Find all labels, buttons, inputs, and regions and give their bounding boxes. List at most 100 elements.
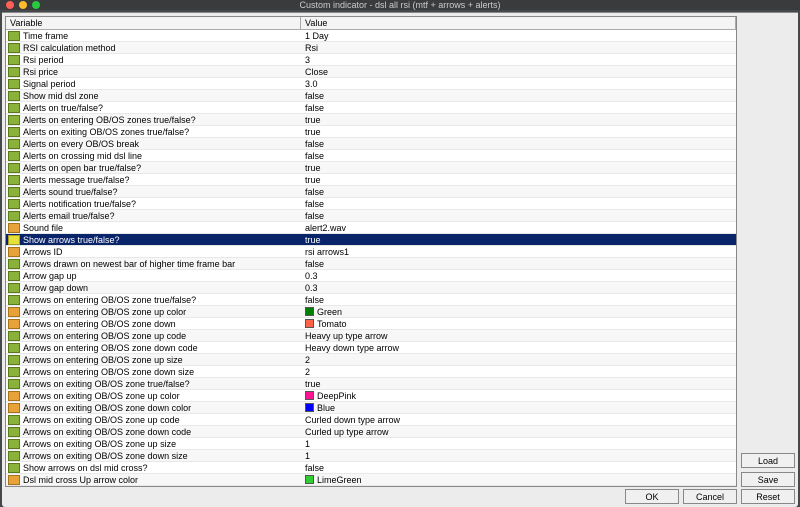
column-variable[interactable]: Variable <box>6 17 301 29</box>
table-row[interactable]: Arrows on exiting OB/OS zone up size1 <box>6 438 736 450</box>
table-row[interactable]: Arrows on entering OB/OS zone down codeH… <box>6 342 736 354</box>
param-value[interactable]: true <box>301 379 736 389</box>
param-value[interactable]: Rsi <box>301 43 736 53</box>
param-value-text: rsi arrows1 <box>305 247 349 257</box>
param-value[interactable]: rsi arrows1 <box>301 247 736 257</box>
param-value[interactable]: false <box>301 259 736 269</box>
param-value-text: 0.3 <box>305 283 318 293</box>
param-value[interactable]: 3.0 <box>301 79 736 89</box>
param-value[interactable]: false <box>301 91 736 101</box>
table-row[interactable]: Alerts sound true/false?false <box>6 186 736 198</box>
param-value[interactable]: true <box>301 115 736 125</box>
param-name: Show arrows on dsl mid cross? <box>22 463 301 473</box>
save-button[interactable]: Save <box>741 472 795 487</box>
table-row[interactable]: Arrows on exiting OB/OS zone down size1 <box>6 450 736 462</box>
table-row[interactable]: Arrows on exiting OB/OS zone down colorB… <box>6 402 736 414</box>
grid-body[interactable]: Time frame1 DayRSI calculation methodRsi… <box>6 30 736 486</box>
param-value[interactable]: false <box>301 463 736 473</box>
table-row[interactable]: Time frame1 Day <box>6 30 736 42</box>
table-row[interactable]: Arrows on entering OB/OS zone up colorGr… <box>6 306 736 318</box>
param-value[interactable]: Curled down type arrow <box>301 415 736 425</box>
table-row[interactable]: Show mid dsl zonefalse <box>6 90 736 102</box>
table-row[interactable]: Arrow gap up0.3 <box>6 270 736 282</box>
table-row[interactable]: Rsi period3 <box>6 54 736 66</box>
param-value[interactable]: true <box>301 175 736 185</box>
load-button[interactable]: Load <box>741 453 795 468</box>
param-value-text: false <box>305 463 324 473</box>
table-row[interactable]: Alerts on every OB/OS breakfalse <box>6 138 736 150</box>
table-row[interactable]: Alerts on true/false?false <box>6 102 736 114</box>
param-value[interactable]: LimeGreen <box>301 475 736 485</box>
table-row[interactable]: Arrows IDrsi arrows1 <box>6 246 736 258</box>
param-value[interactable]: Heavy up type arrow <box>301 331 736 341</box>
param-name: Alerts on true/false? <box>22 103 301 113</box>
minimize-icon[interactable] <box>19 1 27 9</box>
param-icon <box>8 43 20 53</box>
table-row[interactable]: Signal period3.0 <box>6 78 736 90</box>
table-row[interactable]: Sound filealert2.wav <box>6 222 736 234</box>
table-row[interactable]: Arrows on entering OB/OS zone up size2 <box>6 354 736 366</box>
param-value-text: false <box>305 259 324 269</box>
param-value[interactable]: 2 <box>301 367 736 377</box>
table-row[interactable]: Arrow gap down0.3 <box>6 282 736 294</box>
ok-button[interactable]: OK <box>625 489 679 504</box>
param-value[interactable]: 0.3 <box>301 271 736 281</box>
param-name: Arrows on exiting OB/OS zone up size <box>22 439 301 449</box>
param-value[interactable]: false <box>301 103 736 113</box>
param-value[interactable]: Close <box>301 67 736 77</box>
param-value[interactable]: DeepPink <box>301 391 736 401</box>
column-value[interactable]: Value <box>301 17 736 29</box>
param-value[interactable]: alert2.wav <box>301 223 736 233</box>
reset-button[interactable]: Reset <box>741 489 795 504</box>
table-row[interactable]: Arrows on entering OB/OS zone true/false… <box>6 294 736 306</box>
window-title: Custom indicator - dsl all rsi (mtf + ar… <box>6 0 794 10</box>
table-row[interactable]: Rsi priceClose <box>6 66 736 78</box>
param-value[interactable]: false <box>301 139 736 149</box>
param-icon <box>8 139 20 149</box>
table-row[interactable]: Alerts on open bar true/false?true <box>6 162 736 174</box>
param-value[interactable]: 2 <box>301 355 736 365</box>
param-value[interactable]: Curled up type arrow <box>301 427 736 437</box>
table-row[interactable]: Arrows on entering OB/OS zone downTomato <box>6 318 736 330</box>
param-value[interactable]: Tomato <box>301 319 736 329</box>
table-row[interactable]: Show arrows true/false?true <box>6 234 736 246</box>
param-value[interactable]: 1 <box>301 451 736 461</box>
param-value[interactable]: 1 <box>301 439 736 449</box>
param-value[interactable]: false <box>301 187 736 197</box>
table-row[interactable]: Arrows drawn on newest bar of higher tim… <box>6 258 736 270</box>
param-value[interactable]: false <box>301 199 736 209</box>
param-value[interactable]: 3 <box>301 55 736 65</box>
param-icon <box>8 235 20 245</box>
table-row[interactable]: Arrows on exiting OB/OS zone true/false?… <box>6 378 736 390</box>
param-value[interactable]: 0.3 <box>301 283 736 293</box>
table-row[interactable]: Arrows on entering OB/OS zone up codeHea… <box>6 330 736 342</box>
table-row[interactable]: Alerts on exiting OB/OS zones true/false… <box>6 126 736 138</box>
param-icon <box>8 271 20 281</box>
table-row[interactable]: Arrows on exiting OB/OS zone up colorDee… <box>6 390 736 402</box>
table-row[interactable]: Alerts on crossing mid dsl linefalse <box>6 150 736 162</box>
param-value[interactable]: false <box>301 295 736 305</box>
close-icon[interactable] <box>6 1 14 9</box>
param-value[interactable]: Green <box>301 307 736 317</box>
param-value[interactable]: true <box>301 163 736 173</box>
param-value[interactable]: true <box>301 235 736 245</box>
table-row[interactable]: Alerts message true/false?true <box>6 174 736 186</box>
cancel-button[interactable]: Cancel <box>683 489 737 504</box>
table-row[interactable]: Alerts on entering OB/OS zones true/fals… <box>6 114 736 126</box>
table-row[interactable]: Dsl mid cross Up arrow colorLimeGreen <box>6 474 736 486</box>
table-row[interactable]: Arrows on exiting OB/OS zone up codeCurl… <box>6 414 736 426</box>
param-value[interactable]: false <box>301 211 736 221</box>
table-row[interactable]: Alerts notification true/false?false <box>6 198 736 210</box>
param-value[interactable]: Blue <box>301 403 736 413</box>
param-value[interactable]: false <box>301 151 736 161</box>
table-row[interactable]: Show arrows on dsl mid cross? false <box>6 462 736 474</box>
param-value[interactable]: true <box>301 127 736 137</box>
maximize-icon[interactable] <box>32 1 40 9</box>
titlebar: Custom indicator - dsl all rsi (mtf + ar… <box>0 0 800 10</box>
table-row[interactable]: Arrows on entering OB/OS zone down size2 <box>6 366 736 378</box>
table-row[interactable]: Arrows on exiting OB/OS zone down codeCu… <box>6 426 736 438</box>
table-row[interactable]: RSI calculation methodRsi <box>6 42 736 54</box>
param-value[interactable]: 1 Day <box>301 31 736 41</box>
table-row[interactable]: Alerts email true/false?false <box>6 210 736 222</box>
param-value[interactable]: Heavy down type arrow <box>301 343 736 353</box>
